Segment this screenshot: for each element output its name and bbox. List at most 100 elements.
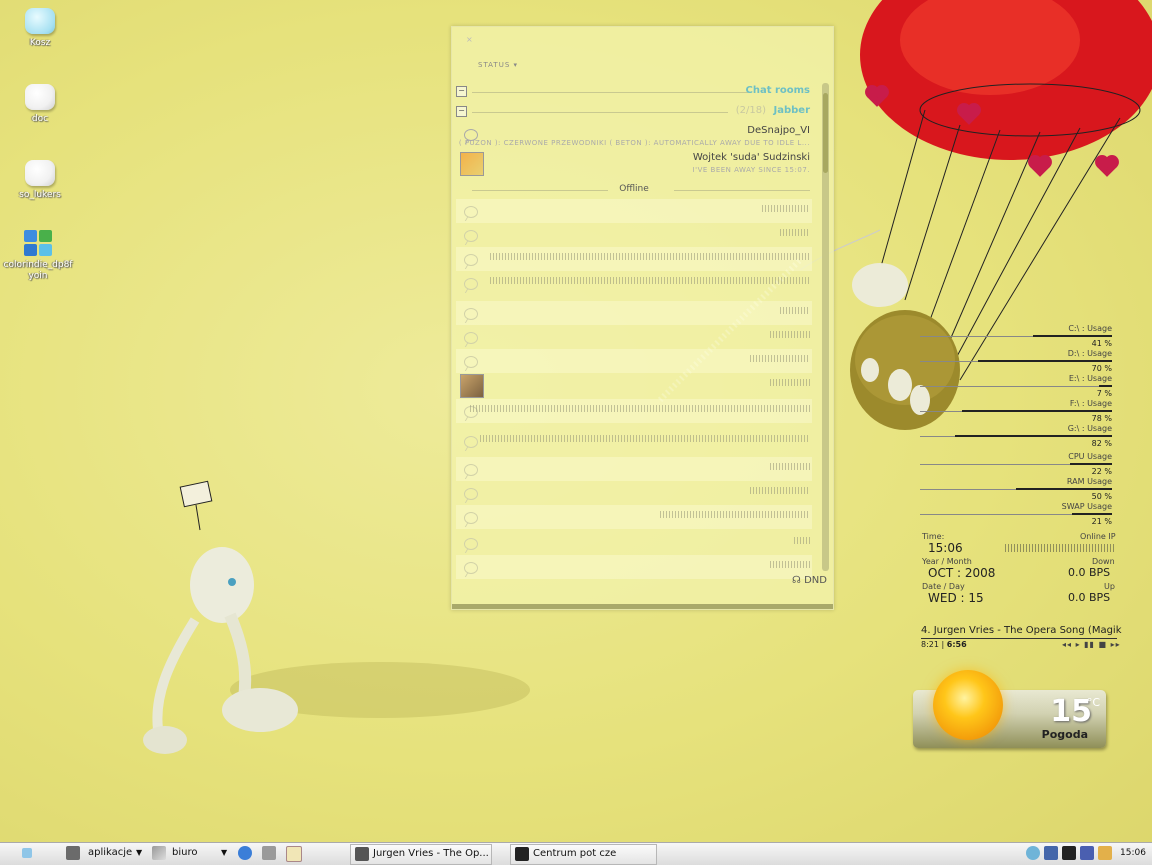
contact-row[interactable]: Wojtek 'suda' Sudzinski I'VE BEEN AWAY S… — [456, 152, 812, 178]
desktop-icon-colorindie[interactable]: colorindie_dp8f yoin — [0, 230, 76, 282]
list-item[interactable] — [456, 429, 812, 453]
taskbar-clock[interactable]: 15:06 — [1120, 848, 1146, 858]
status-dropdown[interactable]: STATUS ▾ — [478, 61, 518, 69]
task-label: Jurgen Vries - The Op... — [373, 848, 489, 859]
progress-bar[interactable] — [921, 638, 1117, 639]
trash-icon — [25, 8, 55, 34]
dnd-label: DND — [804, 575, 827, 586]
list-item[interactable] — [456, 199, 812, 223]
up-value: 0.0 BPS — [1068, 591, 1111, 604]
temperature-unit: °C — [1086, 696, 1100, 709]
date-day-label: Date / Day — [922, 582, 965, 591]
list-item[interactable] — [456, 223, 812, 247]
task-chat[interactable]: Centrum pot cze — [510, 844, 657, 865]
desktop-icon-doc[interactable]: doc — [2, 84, 78, 125]
list-item[interactable] — [456, 271, 812, 295]
list-item[interactable] — [456, 325, 812, 349]
headset-icon: ☊ — [792, 575, 805, 586]
track-position: 8:21 | 6:56 — [921, 640, 967, 649]
list-item[interactable] — [456, 247, 812, 271]
show-desktop-icon[interactable] — [22, 848, 32, 858]
menu-biuro[interactable]: biuro — [172, 847, 197, 858]
chevron-down-icon[interactable]: ▼ — [221, 848, 227, 857]
monitor-value: 22 % — [1091, 467, 1112, 476]
playback-controls[interactable]: ◂◂ ▸ ▮▮ ■ ▸▸ — [1062, 640, 1121, 649]
monitor-label: RAM Usage — [1066, 477, 1112, 486]
folder-icon — [25, 84, 55, 110]
contact-name: Wojtek 'suda' Sudzinski — [692, 152, 810, 163]
chat-bubble-icon — [464, 332, 478, 344]
list-item[interactable] — [456, 349, 812, 373]
system-menu-icon[interactable] — [66, 846, 80, 860]
contact-name: DeSnajpo_VI — [747, 125, 810, 136]
monitor-label: CPU Usage — [1068, 452, 1112, 461]
chat-bubble-icon — [464, 254, 478, 266]
scrollbar-thumb[interactable] — [823, 93, 828, 173]
group-jabber[interactable]: − (2/18) Jabber — [456, 105, 812, 119]
group-chat-rooms[interactable]: − Chat rooms — [456, 85, 812, 99]
close-icon[interactable]: × — [466, 35, 473, 44]
group-offline[interactable]: Offline — [456, 184, 812, 196]
monitor-value: 50 % — [1091, 492, 1112, 501]
taskbar: aplikacje ▼ biuro ▼ Jurgen Vries - The O… — [0, 842, 1152, 865]
weather-label: Pogoda — [1041, 728, 1088, 741]
list-item[interactable] — [456, 373, 812, 398]
collapse-toggle[interactable]: − — [456, 106, 467, 117]
down-value: 0.0 BPS — [1068, 566, 1111, 579]
list-item[interactable] — [456, 481, 812, 505]
chat-bubble-icon — [464, 562, 478, 574]
package-icon[interactable] — [262, 846, 276, 860]
contact-status: I'VE BEEN AWAY SINCE 15:07. — [692, 166, 810, 174]
chat-bubble-icon — [464, 538, 478, 550]
chat-bubble-icon — [464, 488, 478, 500]
year-month-label: Year / Month — [922, 557, 972, 566]
temperature: 15 — [1050, 694, 1092, 729]
chat-bubble-icon — [464, 436, 478, 448]
list-item[interactable] — [456, 505, 812, 529]
chat-bubble-icon — [464, 206, 478, 218]
network-tray-icon[interactable] — [1062, 846, 1076, 860]
down-label: Down — [1092, 557, 1115, 566]
group-name: Offline — [619, 184, 649, 194]
menu-aplikacje[interactable]: aplikacje — [88, 847, 132, 858]
list-item[interactable] — [456, 399, 812, 423]
scrollbar[interactable] — [822, 83, 829, 571]
time-value: 15:06 — [928, 541, 963, 555]
list-item[interactable] — [456, 457, 812, 481]
list-item[interactable] — [456, 531, 812, 555]
chat-bubble-icon — [464, 356, 478, 368]
wand-icon[interactable] — [152, 846, 166, 860]
track-duration: 6:56 — [946, 640, 967, 649]
online-ip-value — [1005, 544, 1115, 552]
dnd-status-button[interactable]: ☊ DND — [792, 575, 827, 586]
media-player-icon — [355, 847, 369, 861]
chat-bubble-icon — [464, 230, 478, 242]
track-title: 4. Jurgen Vries - The Opera Song (Magik — [921, 625, 1122, 636]
list-item[interactable] — [456, 555, 812, 579]
avatar — [460, 374, 484, 398]
display-tray-icon[interactable] — [1080, 846, 1094, 860]
contact-row[interactable]: DeSnajpo_VI ( PUZON ): CZERWONE PRZEWODN… — [456, 125, 812, 151]
task-label: Centrum pot cze — [533, 848, 617, 859]
headset-tray-icon[interactable] — [1026, 846, 1040, 860]
desktop-icon-label: doc — [31, 114, 49, 124]
monitor-label: F:\ : Usage — [1069, 399, 1112, 408]
desktop-icon-so-lukers[interactable]: so_lukers — [2, 160, 78, 201]
package-tray-icon[interactable] — [1098, 846, 1112, 860]
collapse-toggle[interactable]: − — [456, 86, 467, 97]
sun-icon — [933, 670, 1003, 740]
desktop-icon-trash[interactable]: Kosz — [2, 8, 78, 49]
chevron-down-icon[interactable]: ▼ — [136, 848, 142, 857]
list-item[interactable] — [456, 301, 812, 325]
track-elapsed: 8:21 — [921, 640, 939, 649]
monitor-label: G:\ : Usage — [1067, 424, 1112, 433]
group-name: Jabber — [773, 105, 811, 116]
desktop-icon-label: Kosz — [29, 38, 51, 48]
folder-icon — [25, 160, 55, 186]
weather-widget[interactable]: 15 °C Pogoda — [913, 670, 1106, 748]
task-media-player[interactable]: Jurgen Vries - The Op... — [350, 844, 492, 865]
alert-tray-icon[interactable] — [1044, 846, 1058, 860]
browser-icon[interactable] — [238, 846, 252, 860]
monitor-label: SWAP Usage — [1061, 502, 1112, 511]
text-editor-icon[interactable] — [286, 846, 302, 862]
